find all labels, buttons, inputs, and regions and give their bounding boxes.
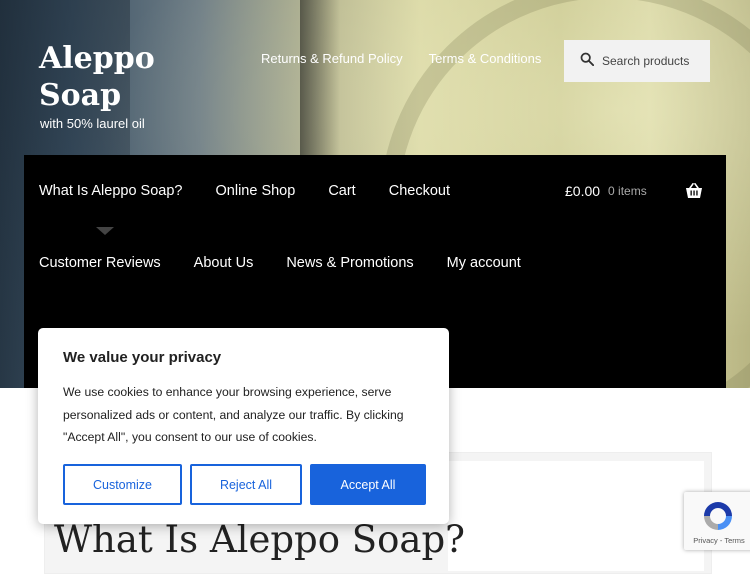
nav-my-account[interactable]: My account [447,255,521,271]
nav-online-shop[interactable]: Online Shop [216,183,296,199]
recaptcha-icon [701,499,735,533]
reject-all-button[interactable]: Reject All [190,464,302,505]
search-input[interactable] [600,53,714,69]
site-tagline: with 50% laurel oil [40,116,145,131]
cookie-consent-dialog: We value your privacy We use cookies to … [38,328,449,524]
shopping-basket-icon[interactable] [685,183,703,199]
search-box [564,40,714,82]
returns-policy-link[interactable]: Returns & Refund Policy [261,51,403,66]
nav-checkout[interactable]: Checkout [389,183,450,199]
recaptcha-terms[interactable]: Privacy - Terms [684,536,750,545]
nav-about-us[interactable]: About Us [194,255,254,271]
recaptcha-badge[interactable]: Privacy - Terms [684,492,750,550]
search-icon [580,52,595,71]
nav-what-is-aleppo-soap[interactable]: What Is Aleppo Soap? [39,183,183,199]
nav-news-promotions[interactable]: News & Promotions [286,255,413,271]
terms-link[interactable]: Terms & Conditions [429,51,542,66]
nav-customer-reviews[interactable]: Customer Reviews [39,255,161,271]
cart-item-count: 0 items [608,184,647,198]
cookie-heading: We value your privacy [63,349,222,366]
primary-nav-row-1: What Is Aleppo Soap? Online Shop Cart Ch… [39,183,450,199]
cookie-message: We use cookies to enhance your browsing … [63,385,404,444]
accept-all-button[interactable]: Accept All [310,464,426,505]
secondary-nav: Returns & Refund Policy Terms & Conditio… [261,51,541,66]
nav-cart[interactable]: Cart [328,183,355,199]
primary-nav-row-2: Customer Reviews About Us News & Promoti… [39,255,521,271]
header-cart[interactable]: £0.00 0 items [565,183,703,199]
customize-button[interactable]: Customize [63,464,182,505]
cart-amount: £0.00 [565,183,601,199]
site-title[interactable]: Aleppo Soap [39,40,179,114]
active-nav-indicator [96,227,114,235]
cookie-buttons: Customize Reject All Accept All [63,464,426,505]
content-inner [448,461,704,571]
